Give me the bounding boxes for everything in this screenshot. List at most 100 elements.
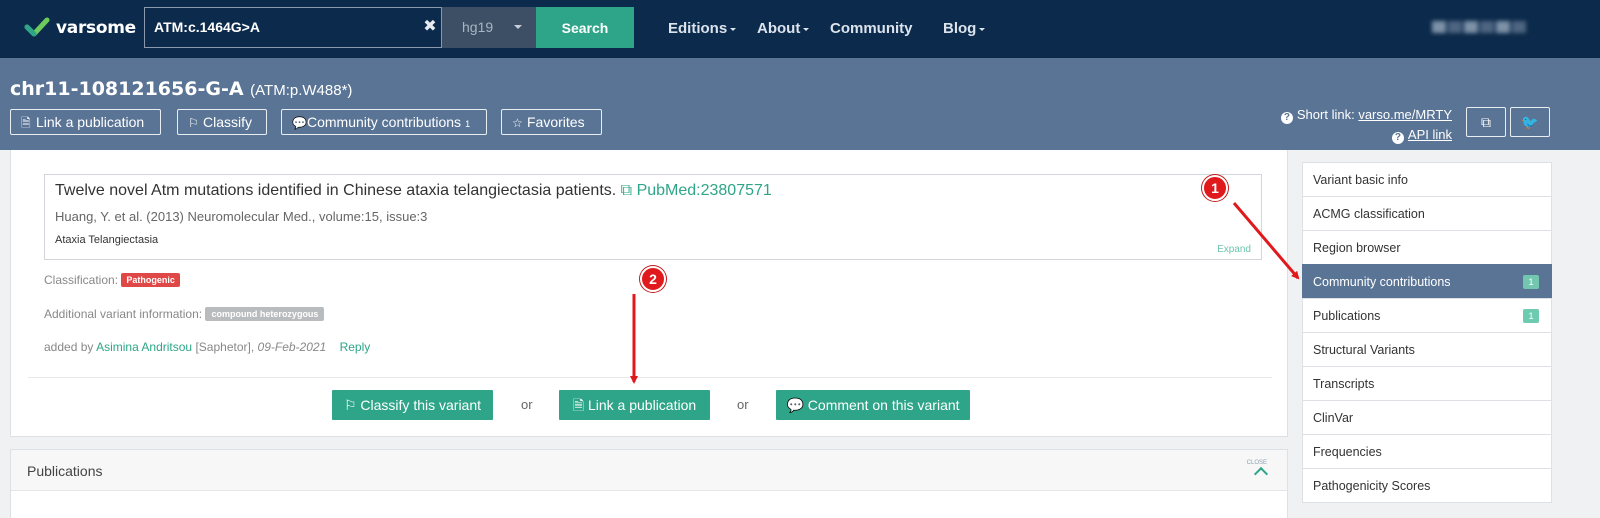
classify-variant-label: Classify this variant <box>360 397 482 413</box>
publication-card: Twelve novel Atm mutations identified in… <box>44 174 1262 260</box>
added-by-prefix: added by <box>44 340 94 354</box>
flag-icon: ⚐ <box>343 397 357 413</box>
variant-title: chr11-108121656-G-A (ATM:p.W488*) <box>10 78 352 100</box>
star-icon: ☆ <box>512 116 523 130</box>
nav-blog-label: Blog <box>943 20 977 37</box>
or-separator: or <box>521 397 533 412</box>
varsome-check-icon <box>24 17 50 37</box>
comment-variant-label: Comment on this variant <box>807 397 960 413</box>
classify-variant-button[interactable]: ⚐ Classify this variant <box>332 390 493 420</box>
close-label[interactable]: CLOSE <box>1247 460 1267 466</box>
twitter-icon: 🐦 <box>1521 114 1539 130</box>
sidebar-item-community-contributions[interactable]: Community contributions 1 <box>1302 264 1552 299</box>
community-contributions-panel: Twelve novel Atm mutations identified in… <box>10 150 1288 437</box>
user-menu-blurred[interactable] <box>1432 20 1530 34</box>
caret-down-icon <box>730 27 737 31</box>
nav-community[interactable]: Community <box>830 20 913 37</box>
chevron-up-icon[interactable] <box>1253 466 1269 482</box>
publication-authors: Huang, Y. et al. (2013) Neuromolecular M… <box>55 209 428 224</box>
nav-community-label: Community <box>830 20 913 37</box>
sidebar-item-acmg-classification[interactable]: ACMG classification <box>1302 196 1552 231</box>
sidebar-item-label: ACMG classification <box>1313 207 1425 221</box>
search-input-value: ATM:c.1464G>A <box>154 19 260 35</box>
or-separator: or <box>737 397 749 412</box>
classify-button[interactable]: ⚐ Classify <box>177 109 267 135</box>
flag-icon: ⚐ <box>188 116 199 130</box>
sidebar-item-pathogenicity-scores[interactable]: Pathogenicity Scores <box>1302 468 1552 503</box>
link-publication-action-label: Link a publication <box>587 397 697 413</box>
twitter-button[interactable]: 🐦 <box>1510 107 1550 137</box>
sidebar-item-region-browser[interactable]: Region browser <box>1302 230 1552 265</box>
nav-about-label: About <box>757 20 801 37</box>
short-link[interactable]: varso.me/MRTY <box>1358 107 1452 122</box>
community-contributions-button[interactable]: 💬Community contributions 1 <box>281 109 487 135</box>
annotation-marker-2: 2 <box>640 266 666 292</box>
favorites-button[interactable]: ☆ Favorites <box>501 109 602 135</box>
publications-title: Publications <box>27 463 103 479</box>
comment-icon: 💬 <box>786 397 804 413</box>
search-button[interactable]: Search <box>536 7 634 48</box>
varsome-logo[interactable]: varsome <box>24 15 136 41</box>
nav-about[interactable]: About <box>757 20 810 37</box>
publication-title-text: Twelve novel Atm mutations identified in… <box>55 182 617 199</box>
sidebar-item-label: Transcripts <box>1313 377 1375 391</box>
classification-label: Classification: <box>44 273 119 287</box>
assembly-select[interactable]: hg19 <box>442 7 536 48</box>
sidebar-item-label: Region browser <box>1313 241 1401 255</box>
link-publication-action-button[interactable]: 🗎 Link a publication <box>559 390 710 420</box>
logo-text: varsome <box>56 18 136 38</box>
link-publication-label: Link a publication <box>36 114 145 130</box>
nav-blog[interactable]: Blog <box>943 20 986 37</box>
pubmed-link-text: PubMed:23807571 <box>636 182 772 199</box>
top-navbar: varsome ATM:c.1464G>A ✖ hg19 Search Edit… <box>0 0 1600 58</box>
comment-variant-button[interactable]: 💬 Comment on this variant <box>776 390 970 420</box>
sidebar-item-label: ClinVar <box>1313 411 1354 425</box>
community-count: 1 <box>465 119 471 129</box>
caret-down-icon <box>979 27 986 31</box>
document-icon: 🗎 <box>21 116 31 130</box>
sidebar-item-label: Structural Variants <box>1313 343 1415 357</box>
sidebar-item-clinvar[interactable]: ClinVar <box>1302 400 1552 435</box>
pubmed-link[interactable]: ⧉ PubMed:23807571 <box>621 182 772 199</box>
question-icon: ? <box>1391 132 1404 144</box>
contribution-date: 09-Feb-2021 <box>257 340 327 354</box>
sidebar-item-structural-variants[interactable]: Structural Variants <box>1302 332 1552 367</box>
count-badge: 1 <box>1523 309 1539 323</box>
clear-search-icon[interactable]: ✖ <box>423 19 437 35</box>
copy-button[interactable]: ⧉ <box>1466 107 1506 137</box>
sidebar-item-variant-basic-info[interactable]: Variant basic info <box>1302 162 1552 197</box>
publications-header[interactable]: Publications CLOSE <box>11 450 1287 491</box>
document-icon: 🗎 <box>572 397 585 413</box>
api-link[interactable]: API link <box>1408 127 1452 142</box>
short-link-block: ? Short link: varso.me/MRTY ? API link <box>1280 105 1452 145</box>
variant-id: chr11-108121656-G-A <box>10 78 244 100</box>
sidebar-item-label: Pathogenicity Scores <box>1313 479 1431 493</box>
contributor-name-link[interactable]: Asimina Andritsou <box>96 340 192 354</box>
caret-down-icon <box>803 27 810 31</box>
short-link-label: Short link: <box>1296 107 1355 122</box>
sidebar-item-transcripts[interactable]: Transcripts <box>1302 366 1552 401</box>
sidebar-item-label: Community contributions <box>1313 275 1451 289</box>
favorites-label: Favorites <box>527 114 585 130</box>
community-contributions-label: Community contributions <box>307 114 462 130</box>
additional-info-line: Additional variant information: compound… <box>44 307 325 321</box>
additional-info-label: Additional variant information: <box>44 307 203 321</box>
added-by-line: added by Asimina Andritsou [Saphetor], 0… <box>44 340 370 354</box>
section-sidebar: Variant basic info ACMG classification R… <box>1302 162 1552 503</box>
sidebar-item-label: Variant basic info <box>1313 173 1408 187</box>
copy-icon: ⧉ <box>1481 114 1491 130</box>
expand-link[interactable]: Expand <box>1217 244 1251 255</box>
sidebar-item-publications[interactable]: Publications 1 <box>1302 298 1552 333</box>
chevron-down-icon <box>514 25 522 29</box>
sidebar-item-label: Publications <box>1313 309 1381 323</box>
sidebar-item-frequencies[interactable]: Frequencies <box>1302 434 1552 469</box>
publication-disease: Ataxia Telangiectasia <box>55 234 159 246</box>
nav-editions[interactable]: Editions <box>668 20 737 37</box>
search-input[interactable]: ATM:c.1464G>A ✖ <box>144 7 442 48</box>
comments-icon: 💬 <box>292 116 307 130</box>
reply-link[interactable]: Reply <box>340 340 371 354</box>
varsome-page: varsome ATM:c.1464G>A ✖ hg19 Search Edit… <box>0 0 1600 518</box>
external-link-icon: ⧉ <box>620 182 633 199</box>
divider <box>28 377 1272 378</box>
link-publication-button[interactable]: 🗎 Link a publication <box>10 109 161 135</box>
